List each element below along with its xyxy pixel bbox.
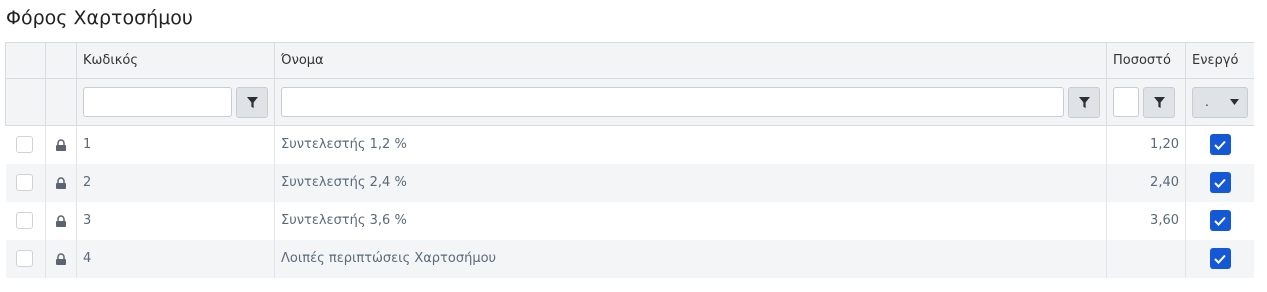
caret-down-icon: [1230, 99, 1239, 105]
active-filter-select[interactable]: .: [1192, 86, 1248, 118]
row-select-cell: [5, 201, 46, 240]
name-filter-input[interactable]: [281, 87, 1064, 117]
row-percent: 1,20: [1106, 125, 1186, 164]
row-code: 3: [76, 201, 275, 240]
filter-select-cell: [5, 78, 46, 126]
check-icon: [1214, 178, 1226, 188]
row-checkbox[interactable]: [15, 174, 33, 191]
lock-icon: [56, 139, 66, 151]
filter-icon: [246, 96, 258, 108]
lock-icon: [56, 214, 66, 227]
lock-icon: [56, 176, 66, 189]
row-lock-cell: [45, 201, 77, 240]
header-lock: [45, 42, 77, 79]
row-active-cell: [1185, 201, 1255, 240]
row-select-cell: [5, 125, 46, 164]
row-code: 4: [76, 239, 275, 278]
code-filter-input[interactable]: [83, 87, 232, 117]
row-name: Συντελεστής 2,4 %: [274, 163, 1107, 202]
filter-name-cell: [274, 78, 1107, 126]
check-icon: [1214, 254, 1226, 264]
row-code: 2: [76, 163, 275, 202]
table-row[interactable]: 4 Λοιπές περιπτώσεις Χαρτοσήμου: [5, 239, 1255, 278]
check-icon: [1214, 216, 1226, 226]
row-percent: [1106, 239, 1186, 278]
row-name: Συντελεστής 3,6 %: [274, 201, 1107, 240]
percent-filter-input[interactable]: [1113, 87, 1139, 117]
header-code[interactable]: Κωδικός: [76, 42, 275, 79]
vertical-scrollbar[interactable]: [1254, 42, 1267, 292]
header-active[interactable]: Ενεργό: [1185, 42, 1255, 79]
active-checkbox[interactable]: [1209, 210, 1231, 231]
code-filter-button[interactable]: [236, 86, 268, 118]
row-name: Συντελεστής 1,2 %: [274, 125, 1107, 164]
row-lock-cell: [45, 125, 77, 164]
filter-row: .: [5, 78, 1255, 126]
table-row[interactable]: 2 Συντελεστής 2,4 % 2,40: [5, 163, 1255, 202]
active-filter-value: .: [1205, 95, 1209, 109]
table-row[interactable]: 3 Συντελεστής 3,6 % 3,60: [5, 201, 1255, 240]
active-checkbox[interactable]: [1209, 134, 1231, 156]
header-name[interactable]: Όνομα: [274, 42, 1107, 79]
row-active-cell: [1185, 239, 1255, 278]
row-lock-cell: [45, 163, 77, 202]
row-percent: 3,60: [1106, 201, 1186, 240]
row-percent: 2,40: [1106, 163, 1186, 202]
check-icon: [1214, 140, 1226, 150]
row-checkbox[interactable]: [15, 212, 33, 229]
filter-icon: [1078, 96, 1090, 108]
row-checkbox[interactable]: [15, 136, 33, 154]
data-grid: Κωδικός Όνομα Ποσοστό Ενεργό . 1 Συντελε…: [5, 42, 1255, 278]
page-title: Φόρος Χαρτοσήμου: [6, 7, 193, 29]
row-active-cell: [1185, 163, 1255, 202]
table-row[interactable]: 1 Συντελεστής 1,2 % 1,20: [5, 125, 1255, 164]
header-select[interactable]: [5, 42, 46, 79]
active-checkbox[interactable]: [1209, 248, 1231, 269]
filter-percent-cell: [1106, 78, 1186, 126]
row-select-cell: [5, 163, 46, 202]
lock-icon: [56, 252, 66, 265]
row-lock-cell: [45, 239, 77, 278]
filter-code-cell: [76, 78, 275, 126]
filter-icon: [1153, 96, 1165, 108]
name-filter-button[interactable]: [1068, 86, 1100, 118]
row-name: Λοιπές περιπτώσεις Χαρτοσήμου: [274, 239, 1107, 278]
row-active-cell: [1185, 125, 1255, 164]
header-row: Κωδικός Όνομα Ποσοστό Ενεργό: [5, 42, 1255, 79]
row-checkbox[interactable]: [15, 250, 33, 267]
filter-active-cell: .: [1185, 78, 1255, 126]
header-percent[interactable]: Ποσοστό: [1106, 42, 1186, 79]
row-code: 1: [76, 125, 275, 164]
active-checkbox[interactable]: [1209, 172, 1231, 193]
row-select-cell: [5, 239, 46, 278]
filter-lock-cell: [45, 78, 77, 126]
percent-filter-button[interactable]: [1143, 86, 1175, 118]
